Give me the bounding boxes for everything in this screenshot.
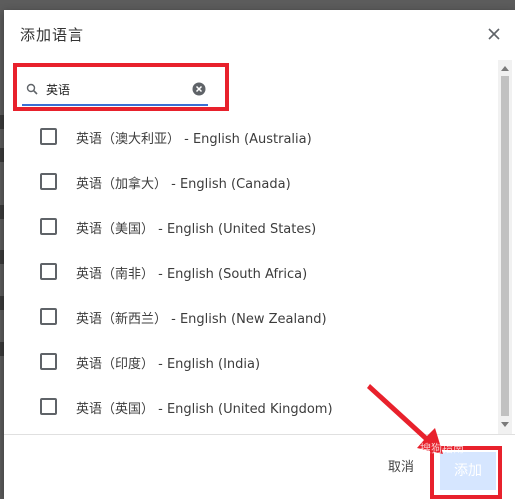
clear-icon[interactable] [192, 82, 206, 96]
dialog-title: 添加语言 [20, 26, 85, 44]
checkbox[interactable] [40, 398, 57, 415]
search-field[interactable] [22, 76, 208, 106]
language-label: 英语（美国） - English (United States) [76, 222, 317, 237]
checkbox[interactable] [40, 308, 57, 325]
language-label: 英语（新西兰） - English (New Zealand) [76, 312, 327, 327]
language-label: 英语（印度） - English (India) [76, 357, 261, 372]
scrollbar[interactable] [498, 60, 512, 434]
checkbox[interactable] [40, 218, 57, 235]
scroll-down-icon[interactable] [501, 422, 509, 427]
scroll-thumb[interactable] [501, 76, 509, 416]
language-label: 英语（英国） - English (United Kingdom) [76, 402, 333, 417]
cancel-button[interactable]: 取消 [376, 454, 426, 482]
language-item[interactable]: 英语（澳大利亚） - English (Australia) [4, 114, 498, 159]
close-button[interactable] [484, 24, 504, 44]
language-item[interactable]: 英语（美国） - English (United States) [4, 204, 498, 249]
language-item[interactable]: 英语（加拿大） - English (Canada) [4, 159, 498, 204]
scroll-up-icon[interactable] [501, 66, 509, 71]
checkbox[interactable] [40, 353, 57, 370]
close-icon [488, 28, 500, 40]
search-input[interactable] [46, 79, 186, 99]
search-icon [26, 83, 38, 95]
language-label: 英语（加拿大） - English (Canada) [76, 177, 291, 192]
language-item[interactable]: 英语（新西兰） - English (New Zealand) [4, 294, 498, 339]
checkbox[interactable] [40, 263, 57, 280]
language-item[interactable]: 英语（南非） - English (South Africa) [4, 249, 498, 294]
language-label: 英语（南非） - English (South Africa) [76, 267, 308, 282]
watermark-text: 搜狗指南 [420, 442, 464, 455]
language-label: 英语（澳大利亚） - English (Australia) [76, 132, 312, 147]
checkbox[interactable] [40, 173, 57, 190]
checkbox[interactable] [40, 128, 57, 145]
